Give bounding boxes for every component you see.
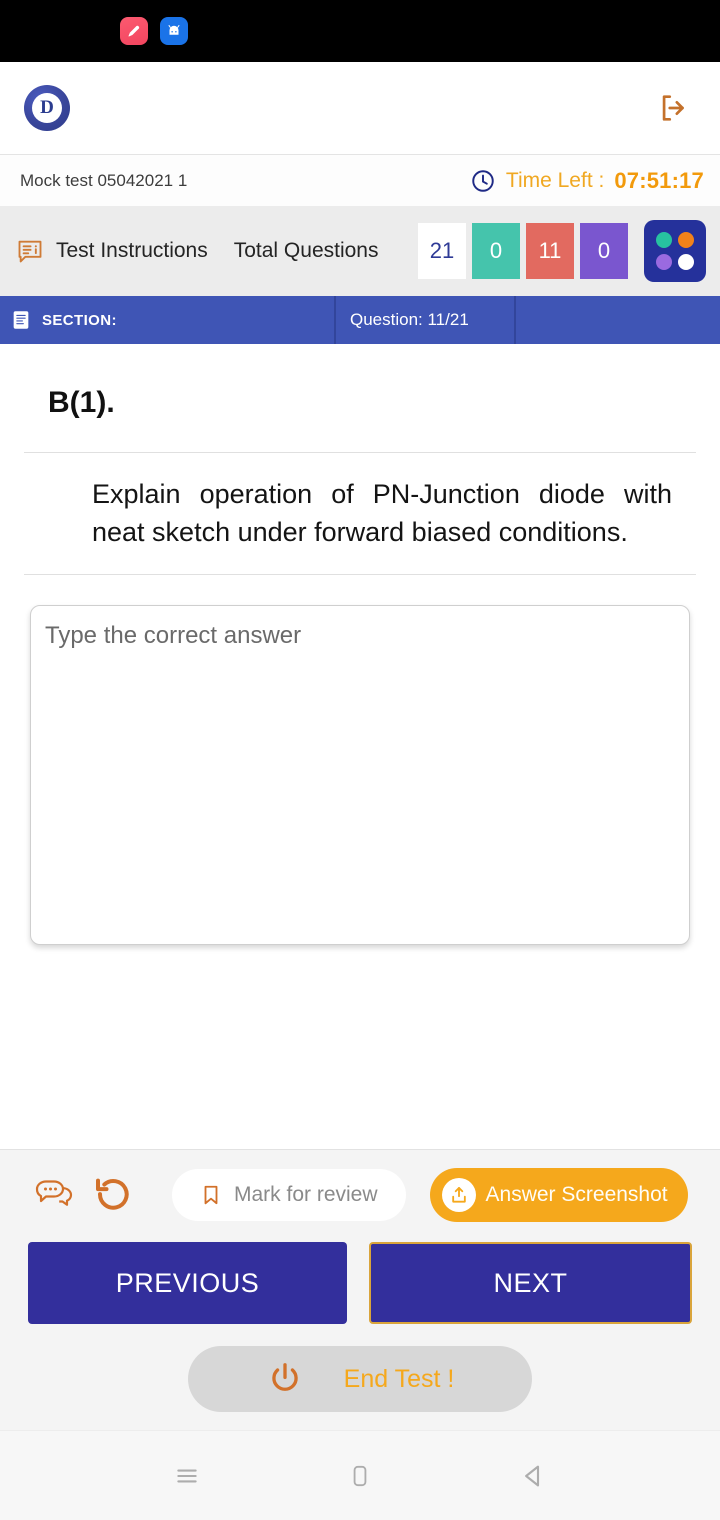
end-test-label: End Test ! (343, 1364, 455, 1393)
end-row: End Test ! (0, 1324, 720, 1412)
section-bar: SECTION: Question: 11/21 (0, 296, 720, 344)
question-number: B(1). (48, 386, 115, 419)
section-document-icon (13, 311, 29, 329)
total-questions-label: Total Questions (233, 239, 379, 262)
answered-count[interactable]: 0 (472, 223, 520, 279)
app-header: D (0, 62, 720, 154)
action-row: Mark for review Answer Screenshot (0, 1164, 720, 1226)
recents-icon[interactable] (160, 1449, 214, 1503)
bottom-toolbar: Mark for review Answer Screenshot PREVIO… (0, 1149, 720, 1430)
section-bar-filler (516, 296, 720, 344)
palette-dot-orange (678, 232, 694, 248)
answer-wrap (0, 575, 720, 950)
mark-for-review-label: Mark for review (234, 1183, 378, 1206)
back-icon[interactable] (506, 1449, 560, 1503)
power-icon (271, 1363, 298, 1391)
section-label-group: SECTION: (0, 296, 336, 344)
section-label: SECTION: (42, 311, 117, 329)
question-progress-label: Question: 11/21 (350, 310, 469, 329)
question-body: B(1). Explain operation of PN-Junction d… (0, 344, 720, 1149)
end-test-button[interactable]: End Test ! (188, 1346, 532, 1412)
total-count[interactable]: 21 (418, 223, 466, 279)
palette-dot-teal (656, 232, 672, 248)
logout-icon[interactable] (652, 86, 696, 130)
question-text: Explain operation of PN-Junction diode w… (24, 452, 696, 575)
question-progress: Question: 11/21 (336, 296, 516, 344)
test-instructions-button[interactable]: Test Instructions (16, 237, 208, 265)
answer-screenshot-label: Answer Screenshot (485, 1183, 668, 1206)
test-toolbar: Test Instructions Total Questions 21 0 1… (0, 206, 720, 296)
upload-screenshot-icon (441, 1178, 476, 1212)
time-left-value: 07:51:17 (614, 167, 704, 193)
clock-icon (472, 169, 494, 192)
question-wrap: B(1). Explain operation of PN-Junction d… (0, 344, 720, 575)
reset-undo-icon[interactable] (84, 1170, 142, 1220)
marked-count[interactable]: 0 (580, 223, 628, 279)
android-status-bar (0, 0, 720, 62)
chat-bubbles-icon[interactable] (26, 1170, 84, 1220)
test-info-bar: Mock test 05042021 1 Time Left : 07:51:1… (0, 154, 720, 206)
counter-group: 21 0 11 0 (418, 220, 706, 282)
time-left-label: Time Left : (505, 168, 605, 192)
mark-for-review-button[interactable]: Mark for review (172, 1169, 406, 1221)
bookmark-icon (204, 1185, 218, 1205)
android-nav-bar (0, 1430, 720, 1520)
next-button[interactable]: NEXT (369, 1242, 692, 1324)
home-icon[interactable] (333, 1449, 387, 1503)
answer-screenshot-button[interactable]: Answer Screenshot (429, 1168, 688, 1222)
answer-input[interactable] (30, 604, 690, 945)
app-logo-letter: D (40, 97, 54, 118)
pink-app-icon (120, 17, 148, 45)
test-instructions-label: Test Instructions (56, 239, 208, 262)
app-screen: D Mock test 05042021 1 Time Left : 07:51… (0, 0, 720, 1520)
palette-dot-white (678, 254, 694, 270)
question-palette-icon[interactable] (644, 220, 706, 282)
previous-button[interactable]: PREVIOUS (28, 1242, 347, 1324)
not-answered-count[interactable]: 11 (526, 223, 574, 279)
test-title: Mock test 05042021 1 (20, 170, 188, 190)
android-robot-icon (160, 17, 188, 45)
app-logo: D (24, 85, 70, 131)
timer: Time Left : 07:51:17 (470, 168, 704, 194)
palette-dot-purple (656, 254, 672, 270)
nav-row: PREVIOUS NEXT (0, 1226, 720, 1324)
test-instructions-icon (18, 240, 42, 263)
